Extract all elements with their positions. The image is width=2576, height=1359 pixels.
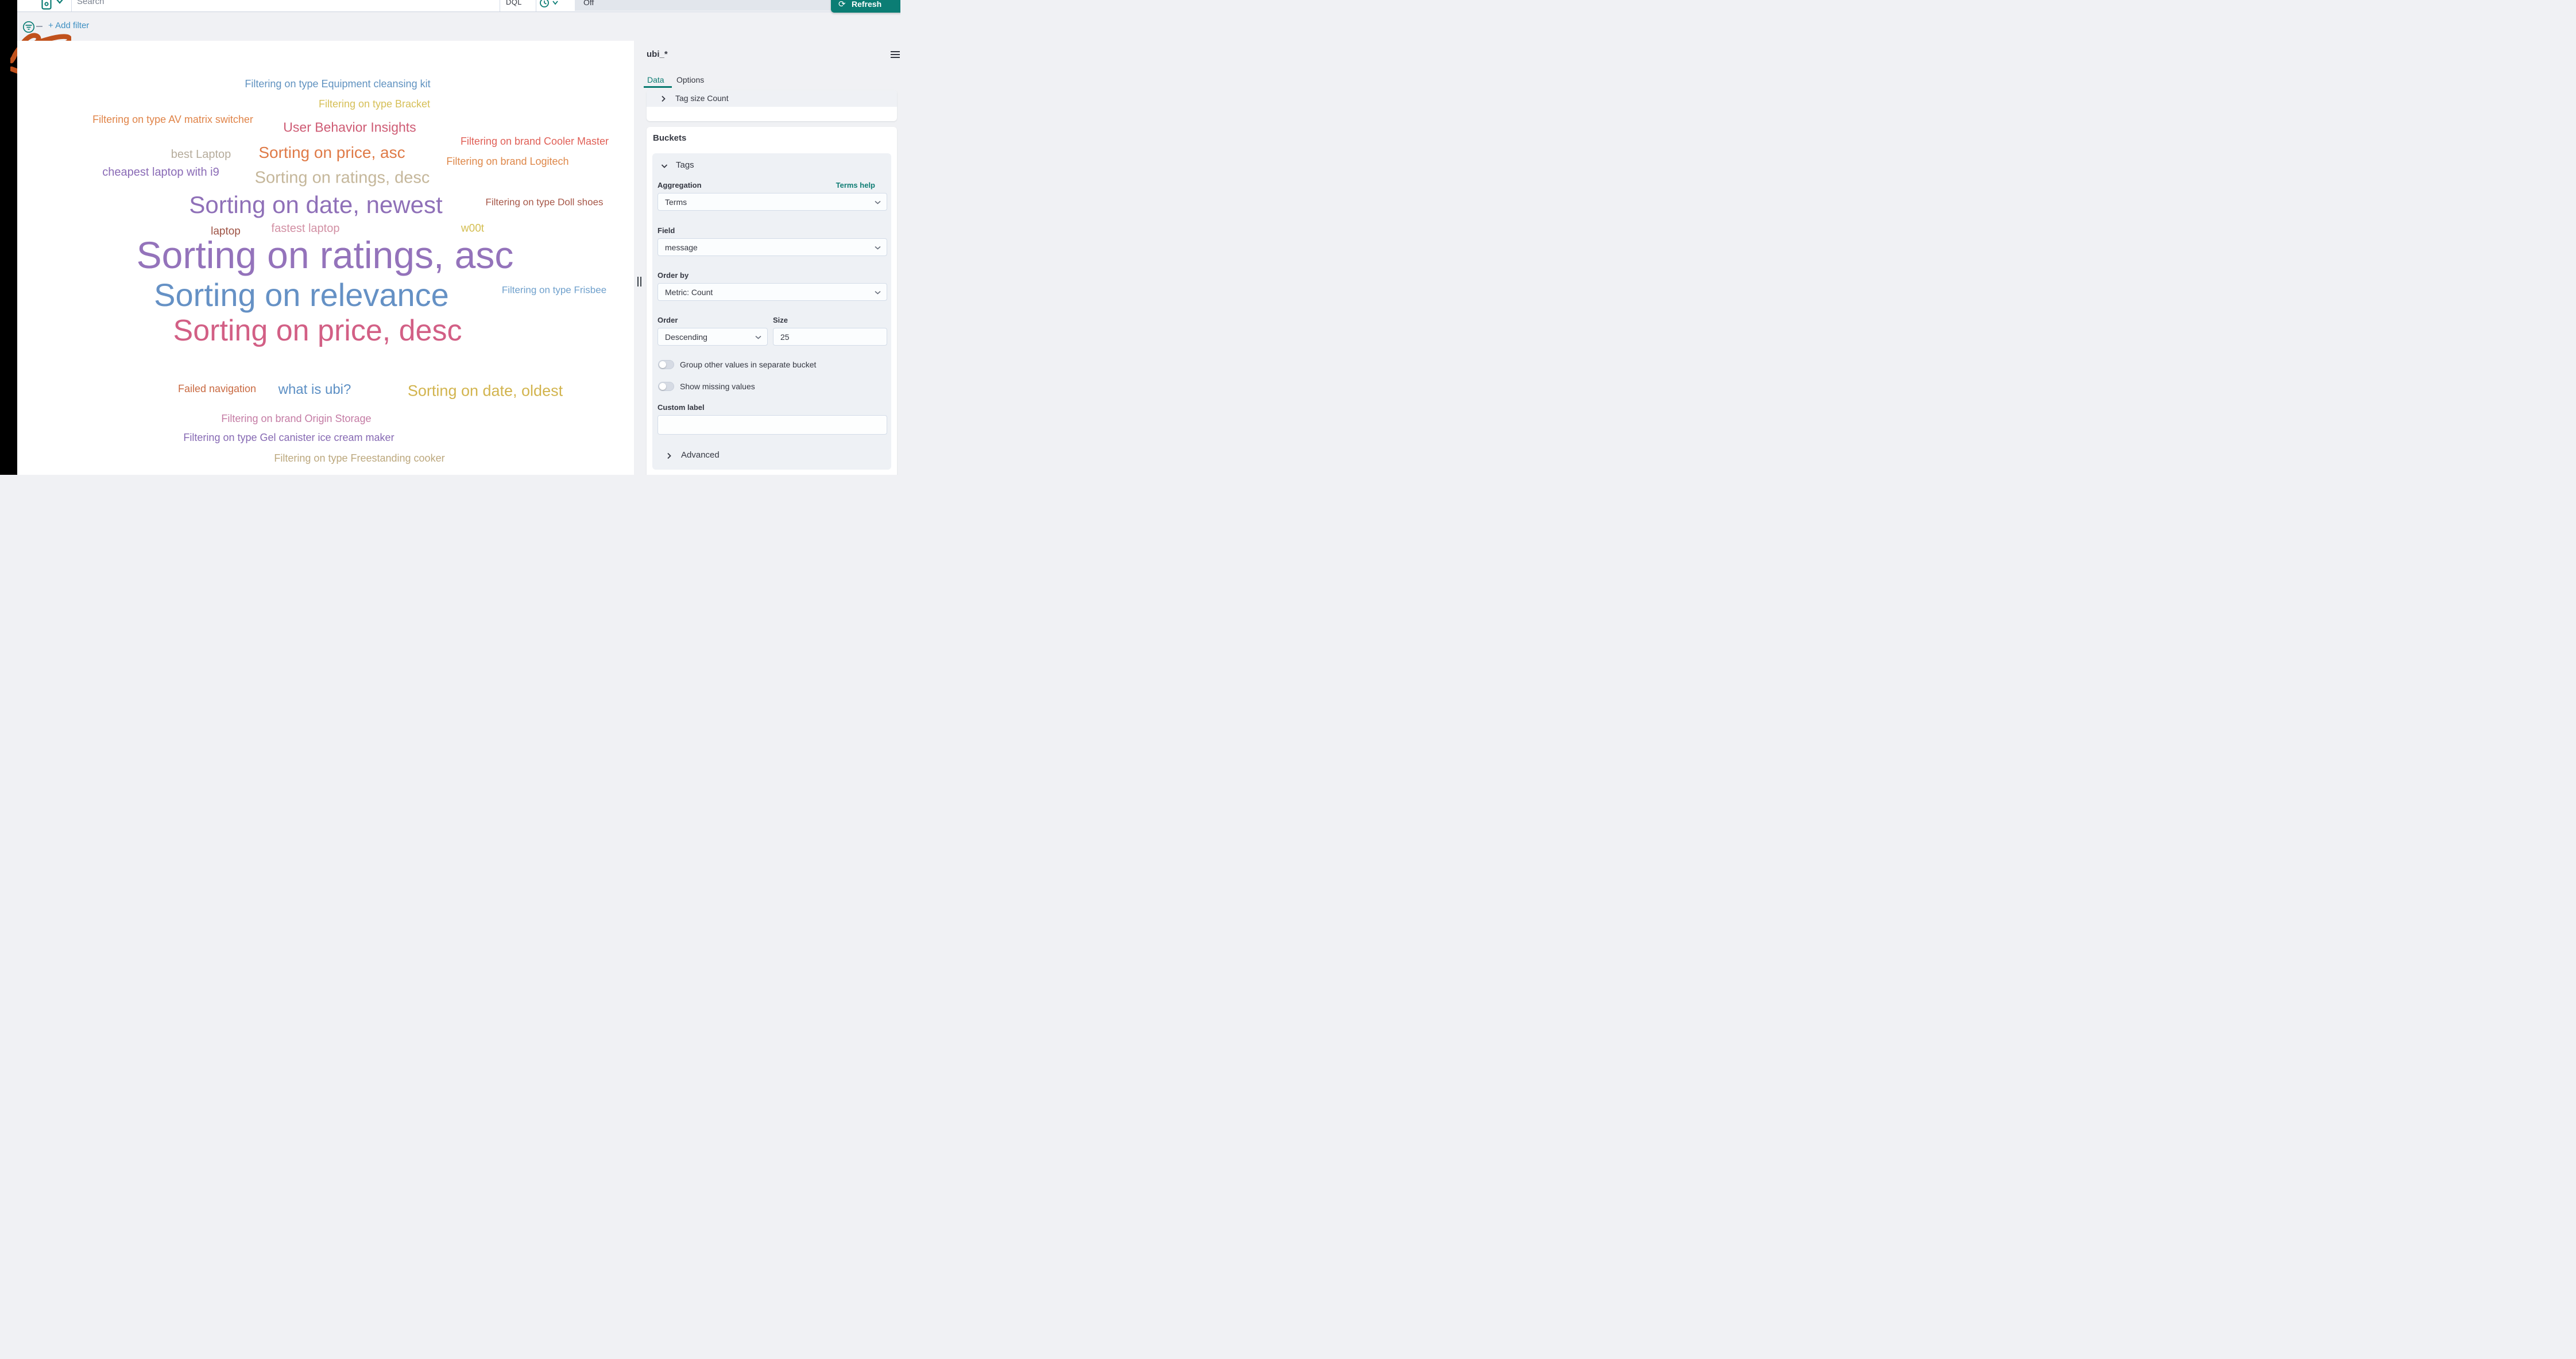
- active-tab-underline: [644, 86, 672, 88]
- tag-cloud-word[interactable]: Sorting on ratings, asc: [137, 236, 514, 274]
- tag-cloud: Filtering on type Equipment cleansing ki…: [17, 41, 634, 475]
- tag-cloud-word[interactable]: Sorting on date, oldest: [408, 384, 563, 399]
- field-label: Field: [657, 226, 675, 235]
- filter-bar: + Add filter: [17, 11, 900, 41]
- tag-cloud-word[interactable]: Sorting on relevance: [154, 279, 449, 311]
- tag-cloud-word[interactable]: Filtering on type Bracket: [319, 99, 430, 109]
- tag-cloud-word[interactable]: Filtering on type Gel canister ice cream…: [183, 432, 394, 443]
- tab-data[interactable]: Data: [647, 75, 664, 84]
- aggregation-label: Aggregation: [657, 181, 702, 189]
- order-by-label: Order by: [657, 271, 689, 280]
- refresh-icon: ⟳: [838, 0, 846, 9]
- buckets-card: Buckets Tags Aggregation Terms help Term…: [647, 127, 897, 475]
- tag-cloud-word[interactable]: what is ubi?: [279, 383, 351, 397]
- tag-cloud-word[interactable]: Filtering on brand Cooler Master: [461, 136, 609, 146]
- tags-accordion-label[interactable]: Tags: [676, 160, 694, 170]
- tag-cloud-word[interactable]: Sorting on price, asc: [258, 145, 405, 161]
- tag-cloud-word[interactable]: Sorting on price, desc: [173, 316, 462, 346]
- tag-cloud-word[interactable]: best Laptop: [171, 149, 231, 160]
- query-bar: Search DQL Off: [17, 0, 900, 12]
- group-other-toggle-label: Group other values in separate bucket: [680, 360, 816, 369]
- tags-bucket-panel: Tags Aggregation Terms help Terms Field …: [652, 153, 891, 470]
- tag-cloud-word[interactable]: Failed navigation: [178, 384, 256, 394]
- tag-cloud-word[interactable]: Filtering on type Freestanding cooker: [274, 453, 444, 463]
- search-input[interactable]: Search: [77, 0, 105, 6]
- saved-query-icon[interactable]: [41, 0, 64, 10]
- aggregation-select[interactable]: Terms: [657, 193, 887, 211]
- tab-options[interactable]: Options: [676, 75, 704, 84]
- add-filter-link[interactable]: + Add filter: [48, 21, 89, 30]
- tag-cloud-word[interactable]: Filtering on type Frisbee: [502, 285, 606, 295]
- order-select[interactable]: Descending: [657, 328, 768, 346]
- advanced-accordion[interactable]: Advanced: [681, 450, 720, 460]
- custom-label-label: Custom label: [657, 403, 705, 412]
- refresh-button[interactable]: ⟳ Refresh: [831, 0, 900, 13]
- order-label: Order: [657, 316, 678, 324]
- size-label: Size: [773, 316, 788, 324]
- chevron-right-icon: [667, 452, 671, 459]
- chevron-down-icon: [875, 200, 881, 204]
- show-missing-toggle[interactable]: [658, 382, 674, 391]
- buckets-heading: Buckets: [653, 133, 686, 143]
- index-pattern-title: ubi_*: [647, 49, 668, 59]
- chevron-down-icon: [553, 1, 558, 4]
- chevron-down-icon: [56, 0, 63, 3]
- chevron-right-icon: [661, 95, 666, 102]
- chevron-down-icon: [875, 246, 881, 250]
- time-filter-field[interactable]: Off: [575, 0, 842, 11]
- tag-cloud-word[interactable]: Filtering on type AV matrix switcher: [92, 114, 253, 125]
- chevron-down-icon: [875, 291, 881, 295]
- dql-button[interactable]: DQL: [506, 0, 522, 6]
- size-input[interactable]: [773, 328, 887, 346]
- time-filter-value: Off: [583, 0, 594, 7]
- divider: [71, 0, 72, 11]
- metric-accordion-tag-size[interactable]: Tag size Count: [647, 90, 897, 107]
- drag-handle-icon[interactable]: [637, 277, 642, 286]
- tag-cloud-word[interactable]: Filtering on brand Origin Storage: [221, 413, 371, 424]
- field-select[interactable]: message: [657, 238, 887, 256]
- tag-cloud-word[interactable]: Sorting on ratings, desc: [255, 170, 430, 187]
- show-missing-toggle-label: Show missing values: [680, 382, 755, 391]
- tag-cloud-word[interactable]: User Behavior Insights: [283, 121, 416, 134]
- tag-cloud-word[interactable]: Filtering on type Equipment cleansing ki…: [245, 79, 430, 89]
- app-window: Search DQL Off ⟳ Refresh + Add filter: [0, 0, 900, 475]
- group-other-toggle[interactable]: [658, 360, 674, 369]
- hamburger-menu-icon[interactable]: [891, 51, 900, 58]
- filter-pin-dash: [36, 26, 42, 27]
- chevron-down-icon[interactable]: [661, 164, 668, 168]
- tag-cloud-word[interactable]: Filtering on brand Logitech: [446, 156, 568, 167]
- metric-accordion-label: Tag size Count: [675, 94, 729, 103]
- metrics-card: Tag size Count: [647, 90, 897, 121]
- tag-cloud-word[interactable]: Filtering on type Doll shoes: [485, 198, 603, 207]
- panel-resizer[interactable]: [634, 41, 647, 475]
- custom-label-input[interactable]: [657, 415, 887, 435]
- order-by-select[interactable]: Metric: Count: [657, 283, 887, 301]
- tag-cloud-word[interactable]: w00t: [461, 223, 484, 234]
- tag-cloud-word[interactable]: fastest laptop: [272, 223, 340, 234]
- tag-cloud-word[interactable]: cheapest laptop with i9: [102, 167, 219, 178]
- time-picker-button[interactable]: [539, 0, 559, 10]
- chevron-down-icon: [755, 335, 761, 339]
- terms-help-link[interactable]: Terms help: [836, 181, 875, 189]
- tag-cloud-word[interactable]: Sorting on date, newest: [189, 193, 442, 217]
